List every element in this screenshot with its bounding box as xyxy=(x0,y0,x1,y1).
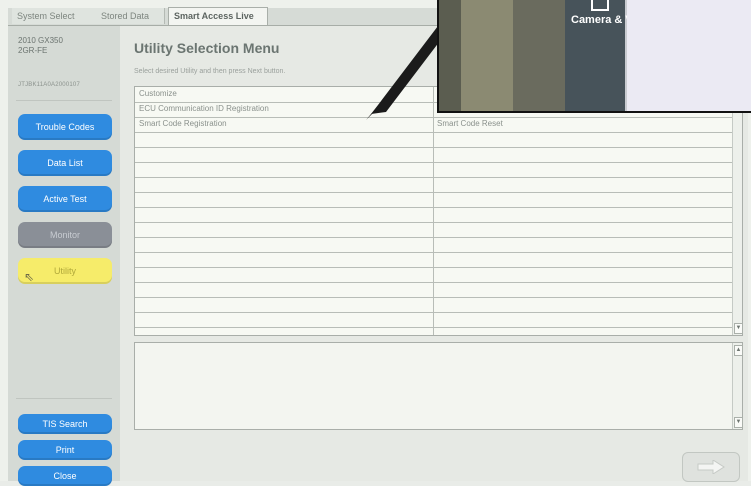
table-row[interactable] xyxy=(135,237,732,253)
table-cell-left: ECU Communication ID Registration xyxy=(139,104,269,113)
camera-inset-overlay: Camera & Video xyxy=(437,0,751,113)
utility-button-label: Utility xyxy=(54,266,76,276)
table-row[interactable] xyxy=(135,297,732,313)
table-row[interactable] xyxy=(135,147,732,163)
inset-device-side xyxy=(513,0,569,111)
scroll-down-icon[interactable]: ▼ xyxy=(734,323,743,334)
table-row[interactable] xyxy=(135,267,732,283)
next-arrow-icon xyxy=(697,460,725,474)
active-test-button[interactable]: Active Test xyxy=(18,186,112,212)
message-area: ▲ ▼ xyxy=(134,342,743,430)
sidebar-divider-bottom xyxy=(16,398,112,399)
vehicle-info: 2010 GX350 2GR-FE xyxy=(18,36,63,56)
table-row[interactable] xyxy=(135,192,732,208)
page-instructions: Select desired Utility and then press Ne… xyxy=(134,68,286,75)
next-button[interactable] xyxy=(682,452,740,482)
tab-stored-data[interactable]: Stored Data xyxy=(96,8,165,24)
utility-table: Customize ECU Communication ID Registrati… xyxy=(134,86,743,336)
utility-grid: Customize ECU Communication ID Registrati… xyxy=(135,87,732,335)
sidebar-divider xyxy=(16,100,112,101)
utility-button[interactable]: ⇖ Utility xyxy=(18,258,112,284)
table-row[interactable] xyxy=(135,312,732,328)
table-row[interactable] xyxy=(135,207,732,223)
table-row[interactable] xyxy=(135,282,732,298)
scroll-down-icon[interactable]: ▼ xyxy=(734,417,743,428)
vehicle-engine: 2GR-FE xyxy=(18,46,48,55)
inset-screen xyxy=(627,0,751,111)
table-row[interactable] xyxy=(135,162,732,178)
pointer-cursor-icon: ⇖ xyxy=(24,270,35,284)
close-button[interactable]: Close xyxy=(18,466,112,486)
vin-number: JTJBK11A0A2000107 xyxy=(18,82,80,88)
table-cell-left: Smart Code Registration xyxy=(139,119,227,128)
tab-smart-access-live[interactable]: Smart Access Live xyxy=(168,7,268,25)
trouble-codes-button[interactable]: Trouble Codes xyxy=(18,114,112,140)
monitor-button[interactable]: Monitor xyxy=(18,222,112,248)
tab-system-select[interactable]: System Select xyxy=(12,8,99,24)
inset-device-edge xyxy=(461,0,513,111)
table-scrollbar[interactable]: ▼ xyxy=(732,87,743,335)
message-scrollbar[interactable]: ▲ ▼ xyxy=(732,343,743,429)
tis-search-button[interactable]: TIS Search xyxy=(18,414,112,434)
sidebar: 2010 GX350 2GR-FE JTJBK11A0A2000107 Trou… xyxy=(8,26,121,486)
table-row[interactable] xyxy=(135,177,732,193)
table-row[interactable] xyxy=(135,252,732,268)
table-cell-left: Customize xyxy=(139,89,177,98)
camera-icon xyxy=(591,0,609,11)
scroll-up-icon[interactable]: ▲ xyxy=(734,345,743,356)
vehicle-model: 2010 GX350 xyxy=(18,36,63,45)
table-row[interactable] xyxy=(135,132,732,148)
print-button[interactable]: Print xyxy=(18,440,112,460)
table-row[interactable]: Smart Code Registration Smart Code Reset xyxy=(135,117,732,133)
data-list-button[interactable]: Data List xyxy=(18,150,112,176)
page-title: Utility Selection Menu xyxy=(134,40,280,56)
table-row[interactable] xyxy=(135,222,732,238)
table-cell-right: Smart Code Reset xyxy=(437,119,503,128)
